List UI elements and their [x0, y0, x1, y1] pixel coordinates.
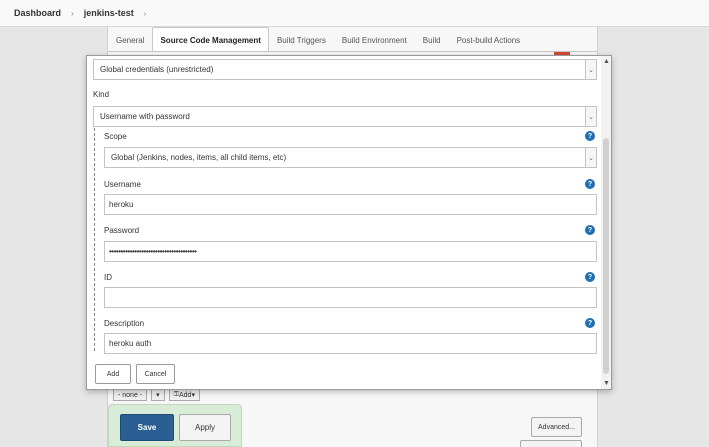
- domain-select[interactable]: Global credentials (unrestricted) ⌄: [93, 59, 597, 80]
- add-credentials-dialog: Global credentials (unrestricted) ⌄ Kind…: [86, 55, 612, 390]
- description-label: Description: [104, 319, 145, 328]
- chevron-down-icon: ⌄: [585, 107, 596, 126]
- scope-value: Global (Jenkins, nodes, items, all child…: [111, 153, 287, 162]
- password-label: Password: [104, 226, 140, 235]
- username-input[interactable]: heroku: [104, 194, 597, 215]
- tab-build-triggers[interactable]: Build Triggers: [269, 28, 334, 52]
- dialog-scrollbar[interactable]: ▲ ▼: [601, 56, 611, 389]
- advanced-button[interactable]: Advanced...: [531, 417, 582, 437]
- chevron-down-icon: ⌄: [585, 60, 596, 79]
- id-label: ID: [104, 273, 112, 282]
- add-credentials-label: Add: [178, 391, 192, 399]
- scroll-up-icon[interactable]: ▲: [603, 58, 610, 65]
- chevron-down-icon: ⌄: [585, 148, 596, 167]
- scrollbar-thumb[interactable]: [603, 138, 609, 374]
- scroll-down-icon[interactable]: ▼: [603, 380, 610, 387]
- cancel-button[interactable]: Cancel: [136, 364, 175, 384]
- domain-value: Global credentials (unrestricted): [100, 65, 214, 74]
- chevron-down-icon: ▾: [191, 392, 195, 399]
- config-tabs: General Source Code Management Build Tri…: [108, 27, 528, 52]
- tab-build-environment[interactable]: Build Environment: [334, 28, 415, 52]
- breadcrumb-separator: ›: [71, 8, 74, 18]
- kind-select[interactable]: Username with password ⌄: [93, 106, 597, 127]
- help-icon[interactable]: ?: [585, 318, 595, 328]
- save-button[interactable]: Save: [120, 414, 174, 441]
- advanced-button-secondary[interactable]: [520, 440, 582, 447]
- kind-label: Kind: [93, 90, 110, 99]
- breadcrumb-job[interactable]: jenkins-test: [84, 8, 134, 18]
- id-input[interactable]: [104, 287, 597, 308]
- form-indent-guide: [94, 128, 95, 351]
- tab-general[interactable]: General: [108, 28, 152, 52]
- username-label: Username: [104, 180, 141, 189]
- scope-label: Scope: [104, 132, 127, 141]
- help-icon[interactable]: ?: [585, 225, 595, 235]
- tab-divider: [108, 51, 597, 52]
- breadcrumb-dashboard[interactable]: Dashboard: [14, 8, 61, 18]
- credentials-select-arrow[interactable]: ▾: [151, 389, 165, 401]
- breadcrumb-separator[interactable]: ›: [144, 9, 147, 18]
- password-input[interactable]: ••••••••••••••••••••••••••••••••••••••: [104, 241, 597, 262]
- credentials-row: - none - ▾ ⚿ Add ▾: [113, 389, 200, 401]
- add-button[interactable]: Add: [95, 364, 131, 384]
- chevron-down-icon: ▾: [156, 392, 160, 399]
- description-input[interactable]: heroku auth: [104, 333, 597, 354]
- help-icon[interactable]: ?: [585, 131, 595, 141]
- add-credentials-button[interactable]: ⚿ Add ▾: [168, 389, 200, 401]
- tab-post-build-actions[interactable]: Post-build Actions: [449, 28, 529, 52]
- scope-select[interactable]: Global (Jenkins, nodes, items, all child…: [104, 147, 597, 168]
- credentials-select[interactable]: - none -: [113, 389, 148, 401]
- tab-source-code-management[interactable]: Source Code Management: [152, 27, 269, 52]
- help-icon[interactable]: ?: [585, 179, 595, 189]
- apply-button[interactable]: Apply: [179, 414, 231, 441]
- kind-value: Username with password: [100, 112, 190, 121]
- tab-build[interactable]: Build: [415, 28, 449, 52]
- breadcrumb: Dashboard › jenkins-test ›: [0, 0, 709, 27]
- help-icon[interactable]: ?: [585, 272, 595, 282]
